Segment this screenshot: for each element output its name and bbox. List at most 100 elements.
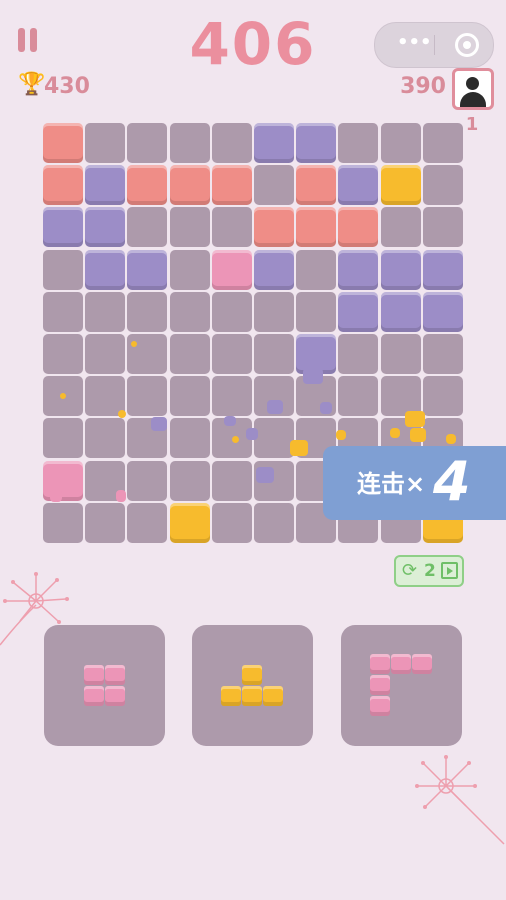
board-cell[interactable] [211, 334, 252, 374]
board-cell[interactable] [85, 291, 126, 332]
board-cell[interactable] [211, 460, 252, 501]
board-cell[interactable] [211, 291, 252, 332]
board-cell[interactable] [254, 418, 294, 459]
board-cell[interactable] [169, 376, 210, 417]
board-cell[interactable] [380, 334, 421, 374]
board-block[interactable] [127, 165, 168, 206]
board-block[interactable] [380, 249, 421, 290]
board-block[interactable] [211, 249, 252, 290]
board-cell[interactable] [43, 291, 83, 332]
board-cell[interactable] [296, 249, 337, 290]
board-cell[interactable] [43, 502, 83, 543]
board-cell[interactable] [169, 460, 210, 501]
board-cell[interactable] [85, 418, 126, 459]
board-cell[interactable] [85, 334, 126, 374]
board-block[interactable] [422, 249, 463, 290]
board-cell[interactable] [169, 418, 210, 459]
board-cell[interactable] [254, 334, 294, 374]
board-cell[interactable] [127, 334, 168, 374]
board-block[interactable] [43, 207, 83, 248]
board-cell[interactable] [254, 502, 294, 543]
board-cell[interactable] [127, 291, 168, 332]
board-cell[interactable] [127, 376, 168, 417]
trophy-icon: 🏆 [18, 72, 46, 97]
board-cell[interactable] [85, 123, 126, 163]
board-block[interactable] [169, 165, 210, 206]
board-cell[interactable] [127, 460, 168, 501]
board-cell[interactable] [127, 502, 168, 543]
board-block[interactable] [85, 249, 126, 290]
board-cell[interactable] [169, 291, 210, 332]
board-cell[interactable] [127, 418, 168, 459]
avatar-icon[interactable] [452, 68, 494, 110]
board-cell[interactable] [43, 249, 83, 290]
board-block[interactable] [43, 165, 83, 206]
board-cell[interactable] [296, 376, 337, 417]
board-block[interactable] [254, 207, 294, 248]
board-cell[interactable] [211, 207, 252, 248]
board-cell[interactable] [338, 334, 379, 374]
board-cell[interactable] [254, 165, 294, 206]
board-block[interactable] [296, 165, 337, 206]
menu-capsule[interactable]: ••• [374, 22, 494, 68]
board-cell[interactable] [211, 418, 252, 459]
piece-block [104, 664, 125, 685]
board-block[interactable] [296, 123, 337, 163]
board-block[interactable] [296, 207, 337, 248]
board-cell[interactable] [338, 376, 379, 417]
board-cell[interactable] [127, 207, 168, 248]
board-cell[interactable] [380, 376, 421, 417]
piece-slot-3[interactable] [341, 625, 462, 746]
board-cell[interactable] [422, 334, 463, 374]
board-block[interactable] [380, 165, 421, 206]
board-cell[interactable] [43, 376, 83, 417]
board-cell[interactable] [169, 207, 210, 248]
board-block[interactable] [422, 291, 463, 332]
board-cell[interactable] [422, 207, 463, 248]
board-cell[interactable] [254, 460, 294, 501]
board-cell[interactable] [85, 502, 126, 543]
board-cell[interactable] [169, 249, 210, 290]
board-block[interactable] [338, 165, 379, 206]
board-block[interactable] [338, 291, 379, 332]
board-cell[interactable] [338, 123, 379, 163]
board-block[interactable] [338, 207, 379, 248]
board-cell[interactable] [211, 376, 252, 417]
close-target-icon[interactable] [455, 33, 479, 57]
board-block[interactable] [43, 123, 83, 163]
board-block[interactable] [43, 460, 83, 501]
board-block[interactable] [380, 291, 421, 332]
board-cell[interactable] [422, 376, 463, 417]
more-icon[interactable]: ••• [397, 32, 432, 53]
board-block[interactable] [169, 502, 210, 543]
board-block[interactable] [254, 249, 294, 290]
piece-slot-2[interactable] [192, 625, 313, 746]
board-cell[interactable] [43, 334, 83, 374]
board-cell[interactable] [43, 418, 83, 459]
piece-block [104, 685, 125, 706]
board-cell[interactable] [127, 123, 168, 163]
board-block[interactable] [85, 165, 126, 206]
board-block[interactable] [254, 123, 294, 163]
board-cell[interactable] [211, 502, 252, 543]
board-cell[interactable] [85, 376, 126, 417]
board-cell[interactable] [254, 376, 294, 417]
board-cell[interactable] [85, 460, 126, 501]
refresh-button[interactable]: ⟳ 2 [394, 555, 464, 587]
board-block[interactable] [296, 334, 337, 374]
board-cell[interactable] [380, 207, 421, 248]
board-cell[interactable] [380, 123, 421, 163]
board-block[interactable] [338, 249, 379, 290]
board-cell[interactable] [296, 291, 337, 332]
board-cell[interactable] [211, 123, 252, 163]
piece-block [412, 654, 432, 674]
board-block[interactable] [127, 249, 168, 290]
board-cell[interactable] [169, 334, 210, 374]
piece-block [242, 664, 262, 685]
board-cell[interactable] [254, 291, 294, 332]
board-block[interactable] [85, 207, 126, 248]
board-cell[interactable] [422, 123, 463, 163]
board-block[interactable] [211, 165, 252, 206]
board-cell[interactable] [422, 165, 463, 206]
board-cell[interactable] [169, 123, 210, 163]
